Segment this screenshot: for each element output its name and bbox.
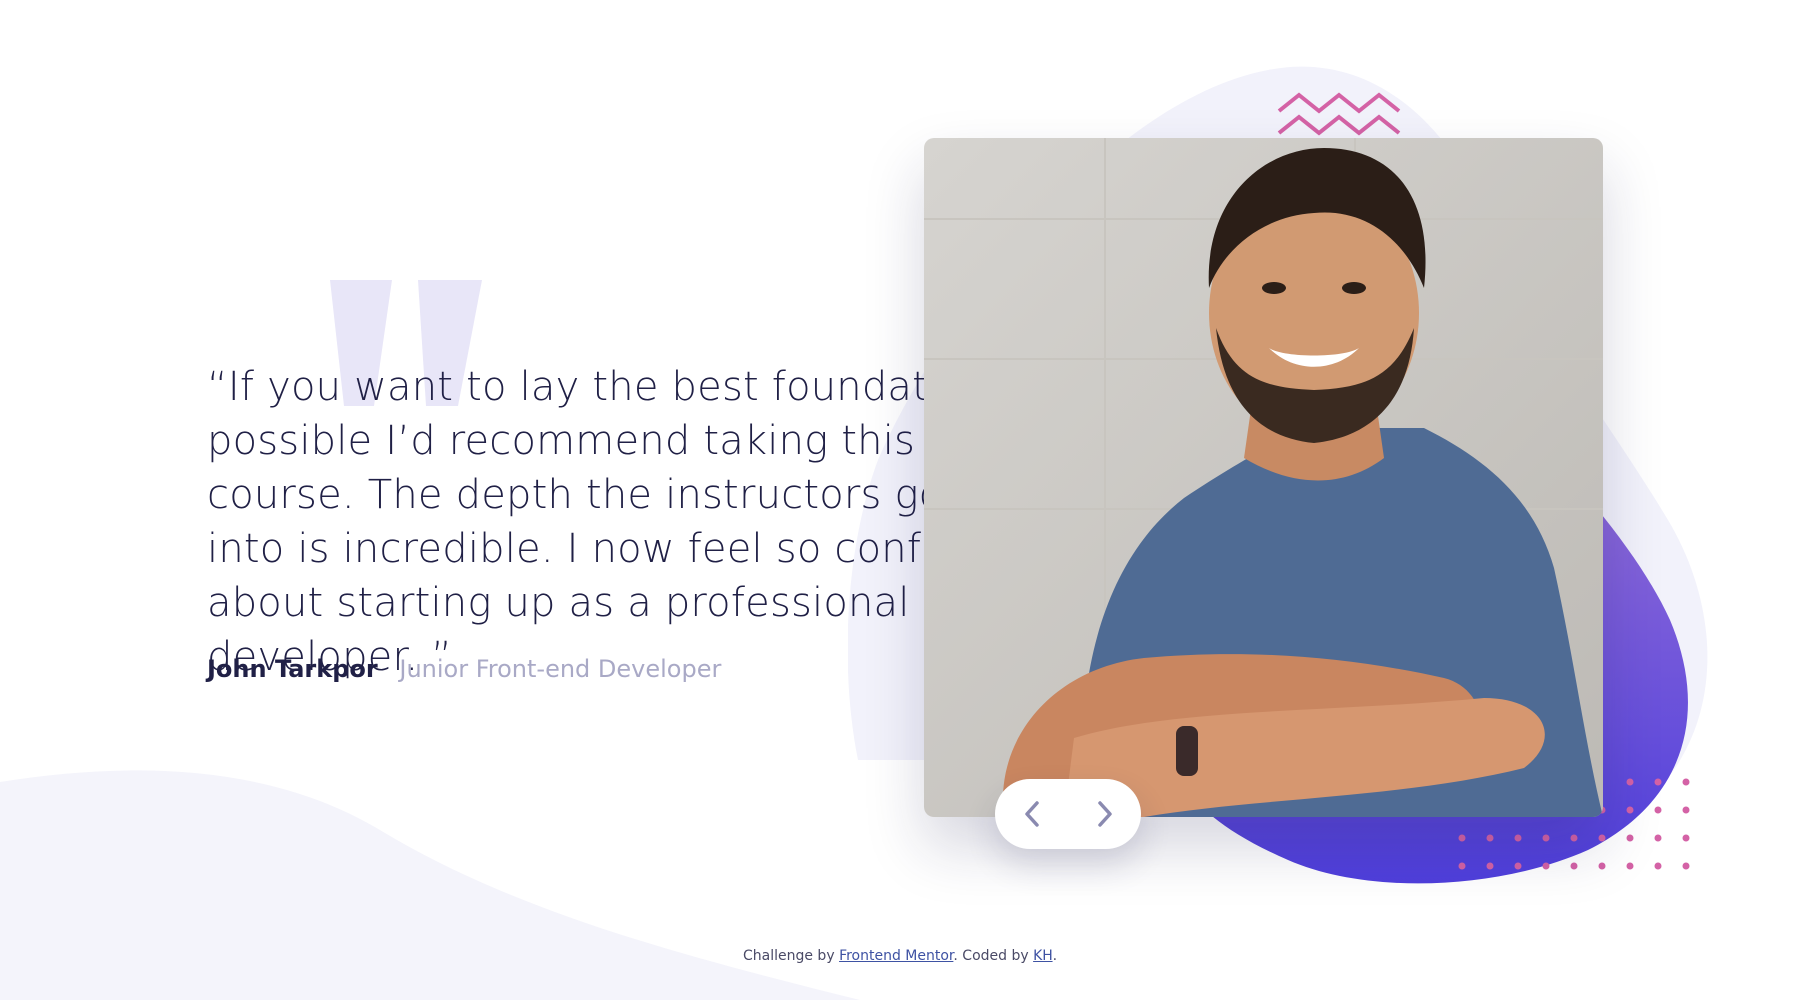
frontend-mentor-link[interactable]: Frontend Mentor	[839, 948, 953, 964]
next-button[interactable]	[1068, 779, 1141, 849]
author-link[interactable]: KH	[1033, 948, 1052, 964]
attribution-middle: . Coded by	[953, 948, 1034, 964]
attribution: Challenge by Frontend Mentor. Coded by K…	[0, 948, 1800, 964]
testimonial-author: John Tarkpor Junior Front-end Developer	[207, 655, 721, 683]
profile-photo	[924, 138, 1603, 817]
attribution-suffix: .	[1052, 948, 1058, 964]
attribution-prefix: Challenge by	[742, 948, 840, 964]
slider-navigation	[995, 779, 1141, 849]
testimonial-quote: “If you want to lay the best foundation …	[207, 364, 1025, 680]
author-name: John Tarkpor	[207, 655, 378, 683]
chevron-right-icon	[1097, 801, 1112, 827]
zigzag-pattern-icon	[1277, 92, 1401, 136]
author-role: Junior Front-end Developer	[399, 655, 722, 683]
chevron-left-icon	[1024, 801, 1039, 827]
previous-button[interactable]	[995, 779, 1068, 849]
